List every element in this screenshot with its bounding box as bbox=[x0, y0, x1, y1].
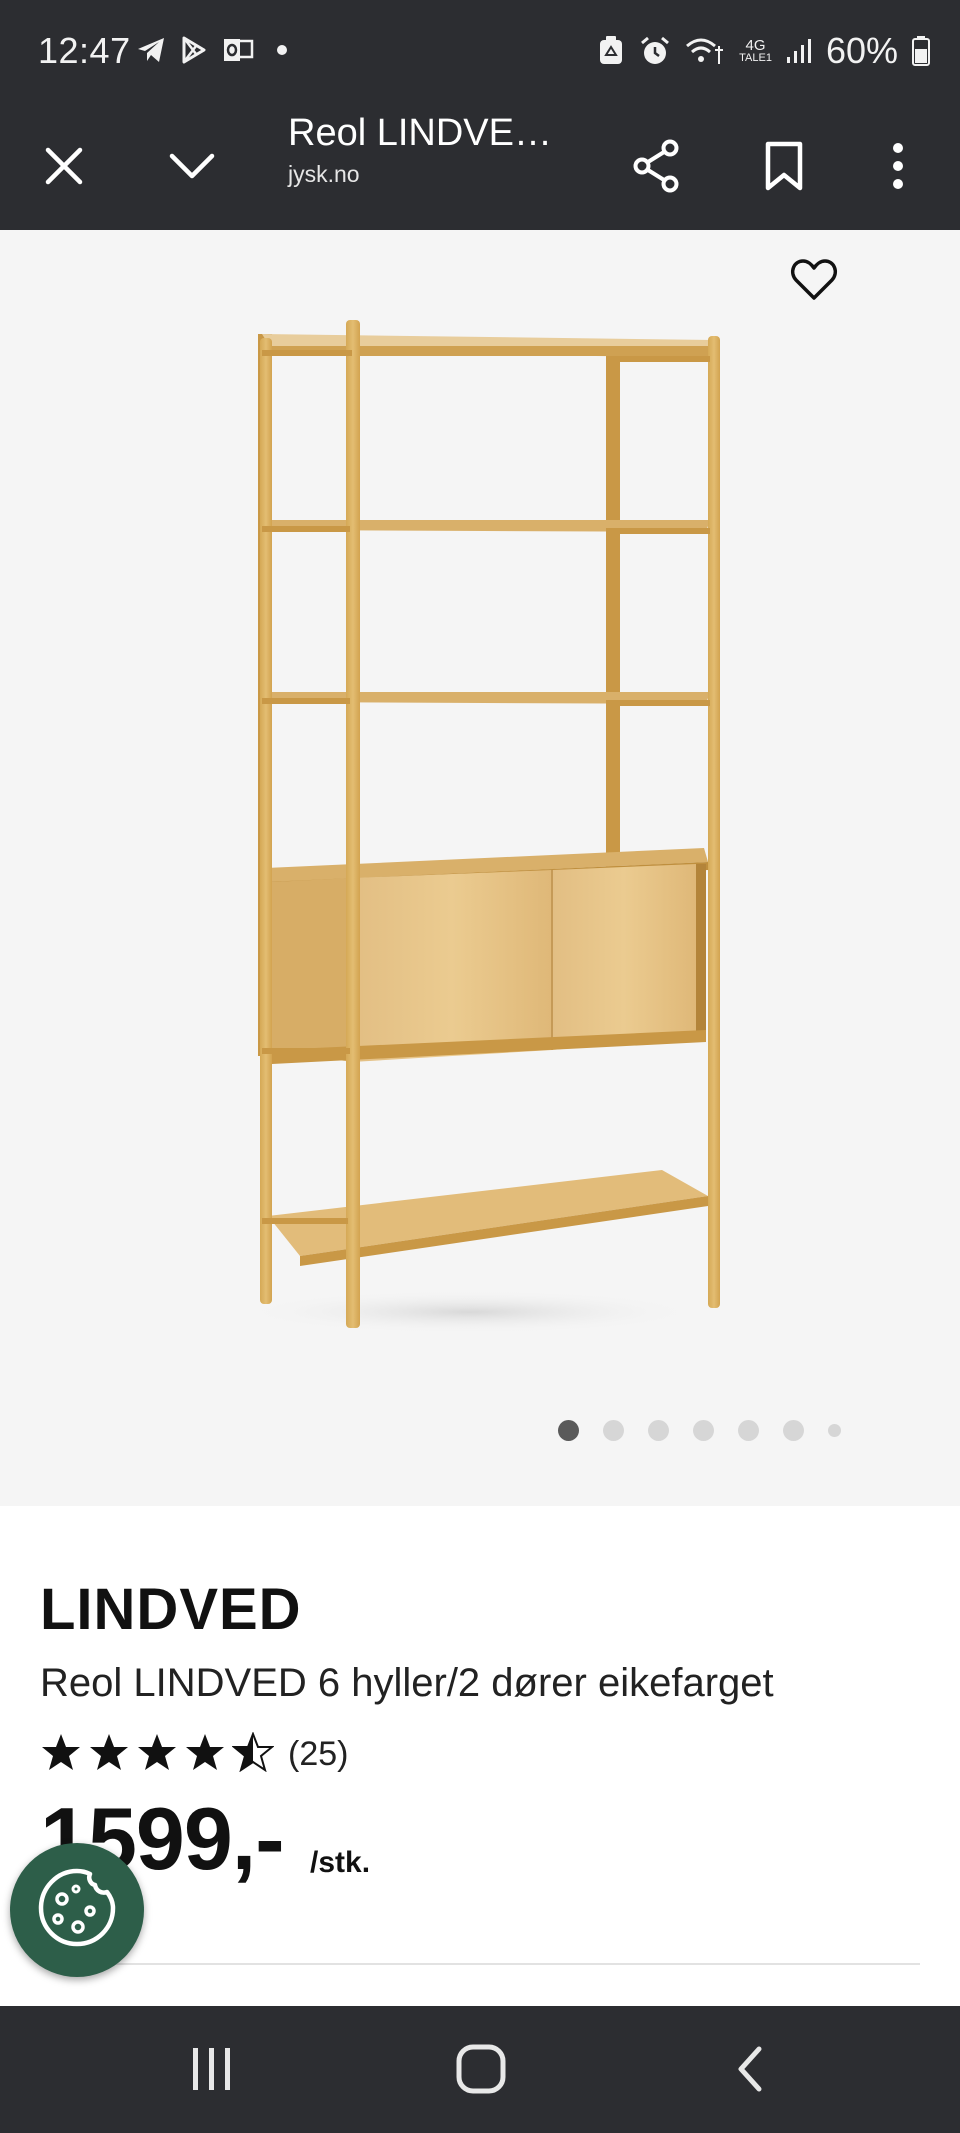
divider bbox=[40, 1963, 920, 1965]
product-info: LINDVED Reol LINDVED 6 hyller/2 dører ei… bbox=[0, 1506, 960, 2006]
network-label-top: 4G bbox=[745, 37, 766, 54]
system-nav-bar bbox=[0, 2006, 960, 2133]
recent-apps-button[interactable] bbox=[167, 2036, 257, 2106]
gallery-dot[interactable] bbox=[693, 1420, 714, 1441]
star-full-icon bbox=[184, 1732, 226, 1777]
star-full-icon bbox=[88, 1732, 130, 1777]
bookmark-icon bbox=[764, 141, 804, 196]
network-label-bottom: TALE1 bbox=[739, 52, 772, 64]
cookie-icon bbox=[34, 1865, 120, 1956]
bookmark-button[interactable] bbox=[744, 128, 824, 208]
page-title-block[interactable]: Reol LINDVE… jysk.no bbox=[288, 112, 552, 188]
price-unit: /stk. bbox=[310, 1846, 371, 1879]
play-store-icon bbox=[180, 36, 208, 64]
network-type-icon: 4G TALE1 bbox=[739, 38, 772, 64]
gallery-dot[interactable] bbox=[828, 1424, 841, 1437]
favorite-button[interactable] bbox=[780, 250, 848, 314]
page-domain: jysk.no bbox=[288, 161, 360, 187]
gallery-dot[interactable] bbox=[738, 1420, 759, 1441]
product-rating[interactable]: (25) bbox=[40, 1731, 349, 1777]
product-brand: LINDVED bbox=[40, 1577, 302, 1642]
wifi-calling-icon bbox=[685, 36, 725, 66]
gallery-dot[interactable] bbox=[603, 1420, 624, 1441]
back-icon bbox=[735, 2045, 765, 2098]
gallery-dot[interactable] bbox=[783, 1420, 804, 1441]
review-count: (25) bbox=[288, 1735, 349, 1773]
signal-icon bbox=[786, 37, 812, 65]
star-full-icon bbox=[40, 1732, 82, 1777]
gallery-pagination bbox=[558, 1420, 865, 1441]
outlook-icon bbox=[222, 36, 254, 64]
battery-percent: 60% bbox=[825, 30, 898, 71]
home-button[interactable] bbox=[436, 2036, 526, 2106]
battery-icon bbox=[912, 36, 930, 66]
status-bar: 12:47 4G TALE1 60% bbox=[0, 0, 960, 106]
alarm-icon bbox=[639, 35, 671, 67]
heart-icon bbox=[790, 258, 838, 307]
close-button[interactable] bbox=[24, 128, 104, 208]
star-full-icon bbox=[136, 1732, 178, 1777]
star-half-icon bbox=[231, 1731, 275, 1777]
rating-stars bbox=[40, 1731, 275, 1777]
status-left-icons bbox=[136, 36, 292, 64]
more-options-button[interactable] bbox=[858, 128, 938, 208]
share-icon bbox=[630, 138, 682, 199]
dot-icon bbox=[268, 36, 292, 64]
product-image[interactable] bbox=[0, 230, 960, 1506]
home-icon bbox=[456, 2044, 506, 2099]
share-button[interactable] bbox=[616, 128, 696, 208]
back-button[interactable] bbox=[705, 2036, 795, 2106]
page-title: Reol LINDVE… bbox=[288, 112, 552, 154]
status-time: 12:47 bbox=[38, 30, 131, 71]
recycle-icon bbox=[597, 35, 625, 67]
product-gallery[interactable] bbox=[0, 230, 960, 1506]
minimize-button[interactable] bbox=[152, 128, 232, 208]
recent-apps-icon bbox=[189, 2046, 235, 2097]
close-icon bbox=[44, 146, 84, 191]
product-name: Reol LINDVED 6 hyller/2 dører eikefarget bbox=[40, 1661, 774, 1705]
cookie-settings-button[interactable] bbox=[10, 1843, 144, 1977]
chevron-down-icon bbox=[168, 151, 216, 186]
status-right-icons: 4G TALE1 60% bbox=[597, 30, 930, 72]
more-vert-icon bbox=[891, 142, 905, 194]
gallery-dot[interactable] bbox=[558, 1420, 579, 1441]
gallery-dot[interactable] bbox=[648, 1420, 669, 1441]
telegram-icon bbox=[136, 36, 166, 64]
